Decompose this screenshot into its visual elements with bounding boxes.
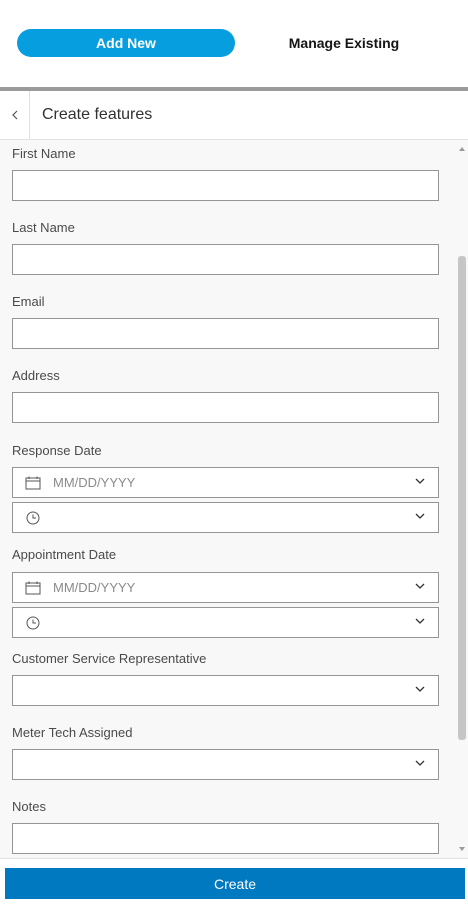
appointment-time-picker[interactable] (12, 607, 439, 638)
scroll-up-arrow-icon[interactable] (458, 146, 466, 152)
csr-select[interactable] (12, 675, 439, 706)
back-button[interactable] (0, 91, 30, 139)
footer-bar: Create (0, 858, 468, 904)
chevron-down-icon (415, 478, 425, 484)
response-date-label: Response Date (12, 443, 102, 458)
create-button[interactable]: Create (5, 868, 465, 899)
chevron-down-icon (415, 618, 425, 624)
email-label: Email (12, 294, 45, 309)
form-panel: First Name Last Name Email Address Respo… (0, 140, 468, 858)
email-input[interactable] (12, 318, 439, 349)
top-nav: Add New Manage Existing (0, 0, 468, 87)
address-label: Address (12, 368, 60, 383)
panel-header: Create features (0, 91, 468, 140)
chevron-down-icon (415, 513, 425, 519)
scroll-down-arrow-icon[interactable] (458, 846, 466, 852)
response-time-picker[interactable] (12, 502, 439, 533)
chevron-down-icon (415, 760, 425, 766)
appointment-date-label: Appointment Date (12, 547, 117, 562)
last-name-label: Last Name (12, 220, 75, 235)
clock-icon (26, 616, 40, 630)
calendar-icon (25, 581, 41, 595)
add-new-button[interactable]: Add New (17, 29, 235, 57)
meter-tech-select[interactable] (12, 749, 439, 780)
appointment-date-placeholder: MM/DD/YYYY (53, 580, 136, 595)
notes-input[interactable] (12, 823, 439, 854)
chevron-down-icon (415, 686, 425, 692)
meter-tech-label: Meter Tech Assigned (12, 725, 133, 740)
first-name-input[interactable] (12, 170, 439, 201)
manage-existing-button[interactable]: Manage Existing (250, 29, 438, 57)
response-date-picker[interactable]: MM/DD/YYYY (12, 467, 439, 498)
chevron-left-icon (11, 110, 17, 120)
response-date-placeholder: MM/DD/YYYY (53, 475, 136, 490)
clock-icon (26, 511, 40, 525)
page-title: Create features (42, 106, 153, 123)
first-name-label: First Name (12, 146, 76, 161)
chevron-down-icon (415, 583, 425, 589)
notes-label: Notes (12, 799, 46, 814)
appointment-date-picker[interactable]: MM/DD/YYYY (12, 572, 439, 603)
calendar-icon (25, 476, 41, 490)
csr-label: Customer Service Representative (12, 651, 207, 666)
scrollbar-thumb[interactable] (458, 256, 466, 740)
address-input[interactable] (12, 392, 439, 423)
last-name-input[interactable] (12, 244, 439, 275)
